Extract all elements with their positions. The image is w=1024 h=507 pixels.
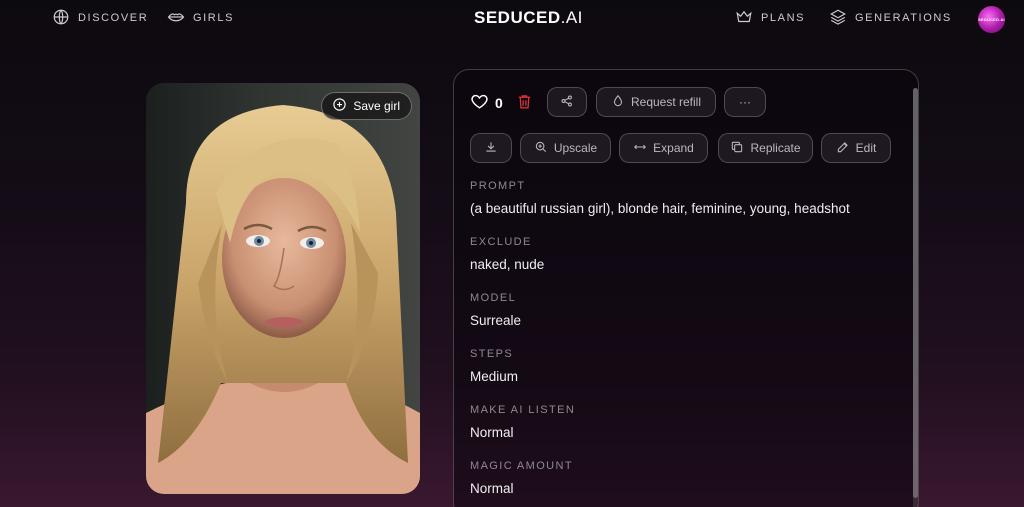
- crown-icon: [735, 8, 753, 29]
- avatar-text: SEDUCED.AI: [978, 17, 1005, 22]
- share-icon: [560, 94, 574, 111]
- model-value: Surreale: [470, 313, 522, 328]
- edit-label: Edit: [855, 141, 877, 155]
- download-icon: [484, 140, 498, 157]
- more-label: ···: [739, 95, 751, 109]
- prompt-value: (a beautiful russian girl), blonde hair,…: [470, 201, 850, 216]
- copy-icon: [730, 140, 744, 157]
- edit-icon: [836, 140, 850, 157]
- like-button[interactable]: 0: [470, 92, 503, 114]
- share-button[interactable]: [547, 87, 587, 117]
- avatar[interactable]: SEDUCED.AI: [978, 6, 1005, 33]
- lips-icon: [167, 8, 185, 29]
- prompt-label: PROMPT: [470, 180, 526, 192]
- request-refill-label: Request refill: [630, 95, 702, 109]
- request-refill-button[interactable]: Request refill: [596, 87, 716, 117]
- exclude-field: EXCLUDE naked, nude: [470, 236, 544, 272]
- make-ai-listen-field: MAKE AI LISTEN Normal: [470, 404, 575, 440]
- expand-label: Expand: [653, 141, 694, 155]
- nav-girls-label: GIRLS: [193, 12, 235, 24]
- delete-button[interactable]: [516, 93, 533, 115]
- nav-generations[interactable]: GENERATIONS: [829, 9, 952, 27]
- exclude-value: naked, nude: [470, 257, 545, 272]
- nav-plans[interactable]: PLANS: [735, 9, 805, 27]
- prompt-field: PROMPT (a beautiful russian girl), blond…: [470, 180, 850, 216]
- expand-button[interactable]: Expand: [619, 133, 708, 163]
- save-girl-label: Save girl: [353, 99, 400, 113]
- steps-value: Medium: [470, 369, 519, 384]
- replicate-button[interactable]: Replicate: [718, 133, 813, 163]
- globe-icon: [52, 8, 70, 29]
- nav-generations-label: GENERATIONS: [855, 12, 952, 24]
- download-button[interactable]: [470, 133, 512, 163]
- trash-icon: [516, 95, 533, 114]
- model-field: MODEL Surreale: [470, 292, 521, 328]
- brand-ai: .AI: [560, 8, 583, 27]
- nav-discover-label: DISCOVER: [78, 12, 149, 24]
- brand-main: SEDUCED: [474, 8, 561, 27]
- heart-icon: [470, 92, 489, 114]
- exclude-label: EXCLUDE: [470, 236, 532, 248]
- drop-icon: [611, 94, 625, 111]
- portrait-photo: [146, 83, 420, 494]
- upscale-label: Upscale: [553, 141, 598, 155]
- steps-field: STEPS Medium: [470, 348, 518, 384]
- top-nav: DISCOVER GIRLS SEDUCED.AI PLANS GENERATI…: [0, 0, 1024, 36]
- make-ai-listen-label: MAKE AI LISTEN: [470, 404, 576, 416]
- brand-logo[interactable]: SEDUCED.AI: [474, 8, 583, 28]
- more-options-button[interactable]: ···: [724, 87, 766, 117]
- panel-scrollbar-thumb[interactable]: [913, 88, 918, 498]
- upscale-button[interactable]: Upscale: [520, 133, 611, 163]
- zoom-in-icon: [534, 140, 548, 157]
- replicate-label: Replicate: [750, 141, 801, 155]
- edit-button[interactable]: Edit: [821, 133, 891, 163]
- nav-girls[interactable]: GIRLS: [167, 9, 234, 27]
- magic-amount-field: MAGIC AMOUNT Normal: [470, 460, 573, 496]
- make-ai-listen-value: Normal: [470, 425, 514, 440]
- nav-plans-label: PLANS: [761, 12, 806, 24]
- magic-amount-value: Normal: [470, 481, 514, 496]
- save-girl-button[interactable]: Save girl: [321, 92, 412, 120]
- model-label: MODEL: [470, 292, 517, 304]
- details-panel: 0 Request refill ··· Upscale Expand Repl…: [453, 69, 919, 507]
- generated-image: Save girl: [146, 83, 420, 494]
- steps-label: STEPS: [470, 348, 514, 360]
- magic-amount-label: MAGIC AMOUNT: [470, 460, 573, 472]
- expand-arrows-icon: [633, 140, 647, 157]
- plus-circle-icon: [332, 97, 347, 115]
- nav-discover[interactable]: DISCOVER: [52, 9, 148, 27]
- like-count: 0: [495, 95, 503, 111]
- layers-icon: [829, 8, 847, 29]
- panel-scrollbar[interactable]: [913, 88, 918, 507]
